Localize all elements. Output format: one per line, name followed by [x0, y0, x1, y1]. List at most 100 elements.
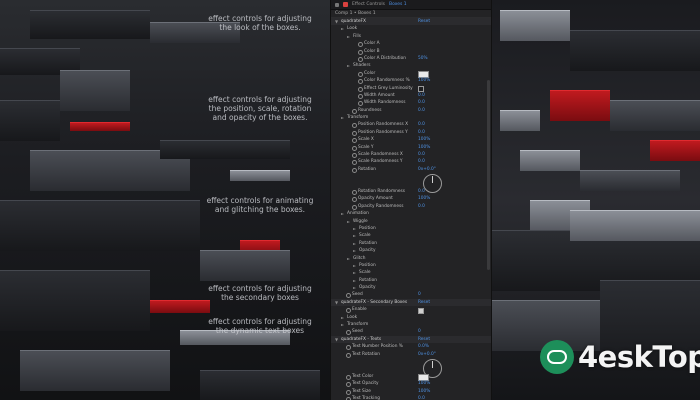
property-row: Opacity Randomness 0.0 [331, 203, 491, 210]
stopwatch-icon[interactable] [358, 86, 363, 92]
property-label: Shaders [353, 63, 371, 69]
caption-secondary-boxes: effect controls for adjusting the second… [208, 284, 312, 302]
property-value[interactable]: 0.0% [418, 343, 429, 350]
disclosure-triangle-icon[interactable]: ► [353, 232, 356, 239]
disclosure-triangle-icon[interactable]: ► [347, 62, 350, 69]
property-value[interactable]: 50% [418, 55, 428, 62]
stopwatch-icon[interactable] [346, 308, 351, 314]
property-value[interactable]: 0x+0.0° [418, 351, 436, 358]
property-row: Text Rotation 0x+0.0° [331, 351, 491, 378]
stopwatch-icon[interactable] [358, 101, 363, 107]
caption-text-boxes: effect controls for adjusting the dynami… [208, 317, 312, 335]
property-value[interactable]: 100% [418, 388, 430, 395]
property-value[interactable]: 0 [418, 328, 421, 335]
stopwatch-icon[interactable] [346, 293, 351, 299]
property-value[interactable]: 0.0 [418, 107, 425, 114]
property-value[interactable]: 0.0 [418, 151, 425, 158]
stopwatch-icon[interactable] [358, 49, 363, 55]
disclosure-triangle-icon[interactable]: ► [347, 33, 350, 40]
property-label: Color A [364, 41, 380, 47]
disclosure-triangle-icon[interactable]: ▼ [335, 299, 338, 306]
property-value[interactable]: 0.0 [418, 92, 425, 99]
disclosure-triangle-icon[interactable]: ► [353, 269, 356, 276]
property-label: Text Color [352, 373, 374, 379]
stopwatch-icon[interactable] [358, 42, 363, 48]
property-value[interactable]: 0.0 [418, 158, 425, 165]
property-value[interactable]: 100% [418, 136, 430, 143]
stopwatch-icon[interactable] [346, 345, 351, 351]
dial-spacer [331, 358, 491, 365]
disclosure-triangle-icon[interactable]: ▼ [335, 18, 338, 25]
stopwatch-icon[interactable] [352, 204, 357, 210]
disclosure-triangle-icon[interactable]: ► [341, 114, 344, 121]
stopwatch-icon[interactable] [358, 71, 363, 77]
stopwatch-icon[interactable] [358, 56, 363, 62]
scene-box [60, 70, 130, 111]
reset-link[interactable]: Reset [418, 336, 430, 343]
caption-animation: effect controls for animating and glitch… [206, 196, 314, 214]
stopwatch-icon[interactable] [352, 153, 357, 159]
property-label: Look [347, 314, 358, 320]
disclosure-triangle-icon[interactable]: ► [353, 247, 356, 254]
disclosure-triangle-icon[interactable]: ► [353, 225, 356, 232]
stopwatch-icon[interactable] [352, 123, 357, 129]
disclosure-triangle-icon[interactable]: ► [341, 25, 344, 32]
property-row: Text Tracking 0.0 [331, 395, 491, 400]
stopwatch-icon[interactable] [352, 130, 357, 136]
property-group: ► Rotation [331, 277, 491, 284]
property-value[interactable]: 0.0 [418, 203, 425, 210]
property-row: Rotation Randomness 0.0 [331, 188, 491, 195]
stopwatch-icon[interactable] [346, 374, 351, 380]
stopwatch-icon[interactable] [352, 197, 357, 203]
dial-spacer [331, 365, 491, 372]
property-value[interactable]: 100% [418, 380, 430, 387]
property-value[interactable]: 0.0 [418, 121, 425, 128]
disclosure-triangle-icon[interactable]: ► [341, 210, 344, 217]
stopwatch-icon[interactable] [352, 189, 357, 195]
stopwatch-icon[interactable] [358, 93, 363, 99]
property-value[interactable]: 0.0 [418, 395, 425, 400]
stopwatch-icon[interactable] [346, 389, 351, 395]
property-value[interactable]: 100% [418, 77, 430, 84]
close-icon[interactable] [335, 2, 339, 7]
stopwatch-icon[interactable] [352, 160, 357, 166]
property-value[interactable]: 0 [418, 291, 421, 298]
disclosure-triangle-icon[interactable]: ► [341, 314, 344, 321]
tab-effect-controls[interactable]: Effect Controls [352, 2, 385, 7]
disclosure-triangle-icon[interactable]: ► [353, 277, 356, 284]
property-value[interactable]: 100% [418, 144, 430, 151]
panel-scrollbar[interactable] [487, 80, 490, 270]
stopwatch-icon[interactable] [352, 167, 357, 173]
stopwatch-icon[interactable] [352, 138, 357, 144]
property-label: Rotation [359, 240, 377, 246]
disclosure-triangle-icon[interactable]: ► [353, 284, 356, 291]
stopwatch-icon[interactable] [358, 79, 363, 85]
reset-link[interactable]: Reset [418, 18, 430, 25]
property-value[interactable]: 100% [418, 195, 430, 202]
property-value[interactable]: 0x+0.0° [418, 166, 436, 173]
disclosure-triangle-icon[interactable]: ► [341, 321, 344, 328]
stopwatch-icon[interactable] [346, 352, 351, 358]
property-label: Scale [359, 233, 371, 239]
tab-target-layer[interactable]: Boxes 1 [389, 2, 407, 7]
disclosure-triangle-icon[interactable]: ▼ [335, 336, 338, 343]
property-value[interactable]: 0.0 [418, 188, 425, 195]
reset-link[interactable]: Reset [418, 299, 430, 306]
property-row: Opacity Amount 100% [331, 195, 491, 203]
stopwatch-icon[interactable] [352, 108, 357, 114]
property-label: Roundness [358, 107, 382, 113]
disclosure-triangle-icon[interactable]: ► [353, 240, 356, 247]
disclosure-triangle-icon[interactable]: ► [353, 262, 356, 269]
stopwatch-icon[interactable] [352, 145, 357, 151]
stopwatch-icon[interactable] [346, 330, 351, 336]
disclosure-triangle-icon[interactable]: ► [347, 218, 350, 225]
property-value[interactable]: 0.0 [418, 129, 425, 136]
property-group: ► Opacity [331, 247, 491, 254]
disclosure-triangle-icon[interactable]: ► [347, 255, 350, 262]
scene-box [650, 140, 700, 161]
property-row: Scale X 100% [331, 136, 491, 144]
watermark-brand-text: 4eskTop [578, 340, 700, 374]
property-label: Transform [347, 322, 369, 328]
property-value[interactable]: 0.0 [418, 99, 425, 106]
stopwatch-icon[interactable] [346, 382, 351, 388]
